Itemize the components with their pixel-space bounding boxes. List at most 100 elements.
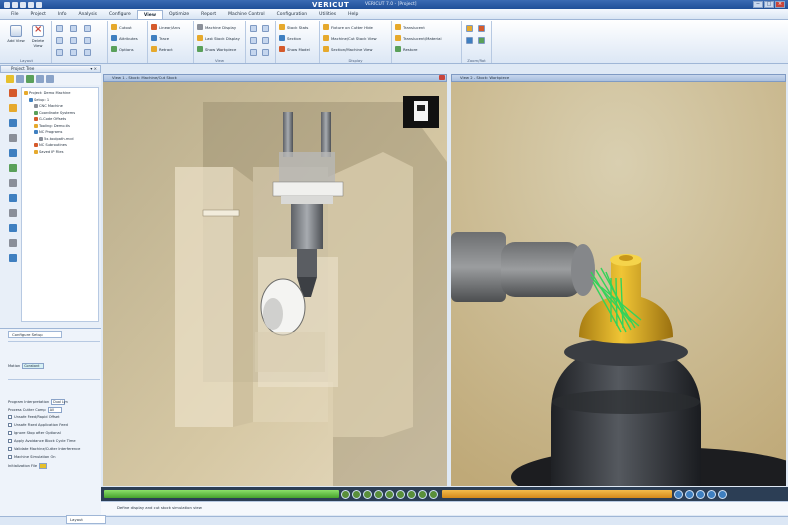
- color-blue-swatch[interactable]: [466, 37, 473, 44]
- tree-undo-icon[interactable]: [36, 75, 44, 83]
- trace-toggle[interactable]: Trace: [151, 34, 169, 42]
- tab-configure[interactable]: Configure: [103, 10, 137, 19]
- tab-utilities[interactable]: Utilities: [313, 10, 342, 19]
- machine-display-toggle[interactable]: Machine Display: [197, 23, 236, 31]
- playback-step-icon[interactable]: [363, 489, 372, 499]
- fixture-icon[interactable]: [9, 164, 17, 172]
- pan-view-icon[interactable]: [250, 49, 257, 56]
- undo-icon[interactable]: [28, 1, 34, 8]
- linear-arcs-toggle[interactable]: Linear/Arcs: [151, 23, 180, 31]
- tab-configuration[interactable]: Configuration: [271, 10, 314, 19]
- tool-icon[interactable]: [9, 134, 17, 142]
- playback-reset-icon[interactable]: [341, 489, 350, 499]
- view-fit-icon[interactable]: [707, 489, 716, 499]
- layout-hsplit-icon[interactable]: [56, 37, 63, 44]
- playback-fast-icon[interactable]: [407, 489, 416, 499]
- view-prev-icon[interactable]: [674, 489, 683, 499]
- tab-report[interactable]: Report: [195, 10, 222, 19]
- add-view-button[interactable]: Add View: [6, 23, 26, 55]
- workpiece-scene[interactable]: [451, 82, 786, 486]
- nc-icon[interactable]: [9, 194, 17, 202]
- config-checkbox[interactable]: [8, 415, 12, 419]
- axis-icon[interactable]: [9, 149, 17, 157]
- layout-tab[interactable]: Layout: [66, 515, 106, 524]
- layout-vsplit-icon[interactable]: [70, 37, 77, 44]
- reset-view-icon[interactable]: [262, 49, 269, 56]
- show-model-button[interactable]: Show Model: [279, 45, 310, 53]
- save-icon[interactable]: [20, 1, 26, 8]
- viewport-1-close-button[interactable]: [439, 75, 445, 80]
- config-checkbox[interactable]: [8, 423, 12, 427]
- playback-rewind-icon[interactable]: [352, 489, 361, 499]
- configure-tab[interactable]: Configure Setup: [8, 331, 62, 338]
- layout-grid-icon[interactable]: [84, 49, 91, 56]
- close-button[interactable]: ×: [775, 1, 785, 8]
- config-checkbox[interactable]: [8, 431, 12, 435]
- tab-file[interactable]: File: [5, 10, 25, 19]
- pin-icon[interactable]: ▾ ×: [90, 66, 97, 72]
- minimize-button[interactable]: −: [753, 1, 763, 8]
- cut-icon[interactable]: [9, 89, 17, 97]
- restore-toggle[interactable]: Restore: [395, 45, 417, 53]
- machine-scene[interactable]: [103, 82, 447, 486]
- tab-machine-control[interactable]: Machine Control: [222, 10, 271, 19]
- rotate-view-icon[interactable]: [262, 37, 269, 44]
- layout-quad-icon[interactable]: [84, 37, 91, 44]
- layout-tile-icon[interactable]: [70, 25, 77, 32]
- config-select[interactable]: Dual Lyn: [51, 399, 68, 405]
- motion-select[interactable]: Constant: [22, 363, 45, 369]
- zoom-out-icon[interactable]: [262, 25, 269, 32]
- clamp-icon[interactable]: [9, 179, 17, 187]
- tab-help[interactable]: Help: [342, 10, 364, 19]
- log-icon[interactable]: [9, 254, 17, 262]
- new-icon[interactable]: [4, 1, 10, 8]
- view-next-icon[interactable]: [685, 489, 694, 499]
- layout-cascade-icon[interactable]: [84, 25, 91, 32]
- tree-refresh-icon[interactable]: [26, 75, 34, 83]
- tree-redo-icon[interactable]: [46, 75, 54, 83]
- cutout-toggle[interactable]: Cutout: [111, 23, 132, 31]
- tab-project[interactable]: Project: [25, 10, 52, 19]
- last-stock-toggle[interactable]: Last Stock Display: [197, 34, 240, 42]
- playback-play-icon[interactable]: [374, 489, 383, 499]
- attributes-toggle[interactable]: Attributes: [111, 34, 138, 42]
- playback-stop-icon[interactable]: [396, 489, 405, 499]
- color-orange-swatch[interactable]: [478, 25, 485, 32]
- tree-add-icon[interactable]: [6, 75, 14, 83]
- layout-single-icon[interactable]: [56, 25, 63, 32]
- playback-pause-icon[interactable]: [385, 489, 394, 499]
- config-checkbox[interactable]: [8, 439, 12, 443]
- tree-item[interactable]: Saved IP Files: [24, 149, 96, 156]
- layout-column-icon[interactable]: [70, 49, 77, 56]
- playback-settings-icon[interactable]: [429, 489, 438, 499]
- delete-view-button[interactable]: × Delete View: [28, 23, 48, 55]
- options-toggle[interactable]: Options: [111, 45, 134, 53]
- open-icon[interactable]: [12, 1, 18, 8]
- view-rotate-icon[interactable]: [718, 489, 727, 499]
- translucent-toggle[interactable]: Translucent: [395, 23, 425, 31]
- translucent-material-toggle[interactable]: Translucent/Material: [395, 34, 442, 42]
- browse-file-icon[interactable]: [39, 463, 48, 469]
- playback-end-icon[interactable]: [418, 489, 427, 499]
- settings-icon[interactable]: [9, 224, 17, 232]
- view-zoom-icon[interactable]: [696, 489, 705, 499]
- machine-cut-stock-toggle[interactable]: Machine/Cut Stock View: [323, 34, 377, 42]
- maximize-button[interactable]: □: [764, 1, 774, 8]
- config-checkbox[interactable]: [8, 447, 12, 451]
- tab-optimize[interactable]: Optimize: [163, 10, 195, 19]
- stock-stats-button[interactable]: Stock Stats: [279, 23, 308, 31]
- color-green-swatch[interactable]: [478, 37, 485, 44]
- fixture-hide-toggle[interactable]: Fixture on Cutter Hide: [323, 23, 373, 31]
- show-workpiece-toggle[interactable]: Show Workpiece: [197, 45, 236, 53]
- report-icon[interactable]: [9, 209, 17, 217]
- fit-view-icon[interactable]: [250, 37, 257, 44]
- stock-icon[interactable]: [9, 119, 17, 127]
- redo-icon[interactable]: [36, 1, 42, 8]
- tab-view[interactable]: View: [136, 10, 163, 19]
- layout-row-icon[interactable]: [56, 49, 63, 56]
- machine-icon[interactable]: [9, 104, 17, 112]
- config-select[interactable]: All: [47, 407, 62, 413]
- zoom-in-icon[interactable]: [250, 25, 257, 32]
- tree-edit-icon[interactable]: [16, 75, 24, 83]
- section-button[interactable]: Section: [279, 34, 301, 42]
